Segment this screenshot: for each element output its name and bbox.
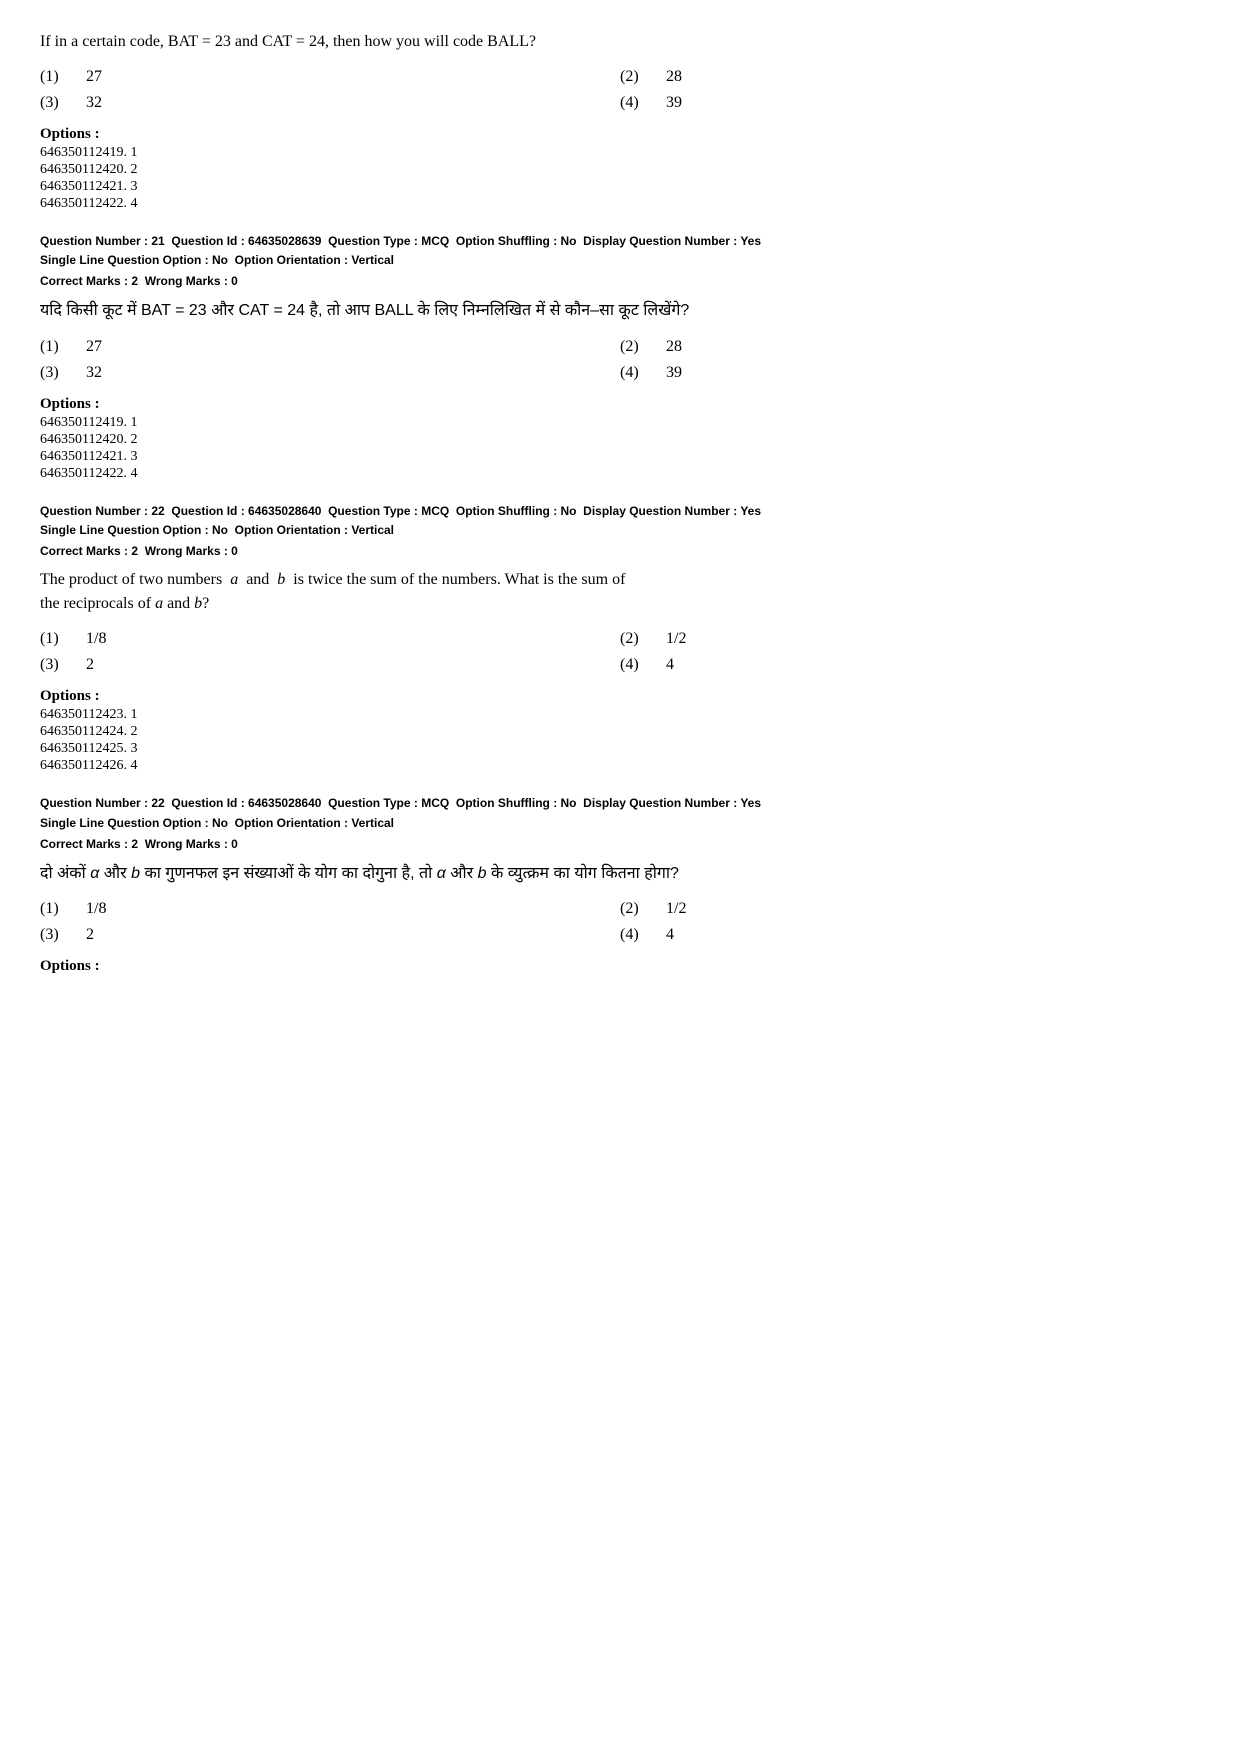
- option-3: (3) 32: [40, 364, 620, 382]
- question-22-hi: दो अंकों α और b का गुणनफल इन संख्याओं के…: [40, 861, 1200, 976]
- list-item: 646350112421. 3: [40, 179, 1200, 195]
- correct-marks-q22-en: Correct Marks : 2 Wrong Marks : 0: [40, 544, 1200, 558]
- options-label-21-hi: Options :: [40, 396, 1200, 413]
- list-item: 646350112419. 1: [40, 415, 1200, 431]
- option-3: (3) 32: [40, 94, 620, 112]
- question-21-en-options-grid: (1) 27 (2) 28 (3) 32 (4) 39: [40, 68, 1200, 112]
- list-item: 646350112420. 2: [40, 432, 1200, 448]
- question-21-hi-text: यदि किसी कूट में BAT = 23 और CAT = 24 है…: [40, 298, 1200, 324]
- question-21-en: If in a certain code, BAT = 23 and CAT =…: [40, 30, 1200, 212]
- option-4: (4) 4: [620, 926, 1200, 944]
- options-list-21-hi: 646350112419. 1 646350112420. 2 64635011…: [40, 415, 1200, 482]
- list-item: 646350112424. 2: [40, 724, 1200, 740]
- correct-marks-q22-hi: Correct Marks : 2 Wrong Marks : 0: [40, 837, 1200, 851]
- option-4: (4) 4: [620, 656, 1200, 674]
- list-item: 646350112420. 2: [40, 162, 1200, 178]
- option-3: (3) 2: [40, 926, 620, 944]
- option-1: (1) 27: [40, 68, 620, 86]
- option-2: (2) 28: [620, 338, 1200, 356]
- question-22-hi-text: दो अंकों α और b का गुणनफल इन संख्याओं के…: [40, 861, 1200, 887]
- meta-q22-hi: Question Number : 22 Question Id : 64635…: [40, 794, 1200, 832]
- meta-q21: Question Number : 21 Question Id : 64635…: [40, 232, 1200, 270]
- option-1: (1) 1/8: [40, 900, 620, 918]
- question-22-hi-options-grid: (1) 1/8 (2) 1/2 (3) 2 (4) 4: [40, 900, 1200, 944]
- question-22-en-options-grid: (1) 1/8 (2) 1/2 (3) 2 (4) 4: [40, 630, 1200, 674]
- question-22-en-text: The product of two numbers a and b is tw…: [40, 568, 1200, 616]
- list-item: 646350112426. 4: [40, 758, 1200, 774]
- options-label-22-en: Options :: [40, 688, 1200, 705]
- option-2: (2) 28: [620, 68, 1200, 86]
- list-item: 646350112419. 1: [40, 145, 1200, 161]
- question-22-en: The product of two numbers a and b is tw…: [40, 568, 1200, 774]
- list-item: 646350112422. 4: [40, 466, 1200, 482]
- question-21-hi: यदि किसी कूट में BAT = 23 और CAT = 24 है…: [40, 298, 1200, 482]
- option-3: (3) 2: [40, 656, 620, 674]
- options-label-22-hi-only: Options :: [40, 958, 1200, 975]
- option-2: (2) 1/2: [620, 630, 1200, 648]
- option-1: (1) 27: [40, 338, 620, 356]
- option-1: (1) 1/8: [40, 630, 620, 648]
- list-item: 646350112422. 4: [40, 196, 1200, 212]
- option-2: (2) 1/2: [620, 900, 1200, 918]
- option-4: (4) 39: [620, 364, 1200, 382]
- list-item: 646350112421. 3: [40, 449, 1200, 465]
- question-21-hi-options-grid: (1) 27 (2) 28 (3) 32 (4) 39: [40, 338, 1200, 382]
- options-list-22-en: 646350112423. 1 646350112424. 2 64635011…: [40, 707, 1200, 774]
- options-list-21-en: 646350112419. 1 646350112420. 2 64635011…: [40, 145, 1200, 212]
- question-21-en-text: If in a certain code, BAT = 23 and CAT =…: [40, 30, 1200, 54]
- list-item: 646350112423. 1: [40, 707, 1200, 723]
- option-4: (4) 39: [620, 94, 1200, 112]
- correct-marks-q21: Correct Marks : 2 Wrong Marks : 0: [40, 274, 1200, 288]
- list-item: 646350112425. 3: [40, 741, 1200, 757]
- meta-q22-en: Question Number : 22 Question Id : 64635…: [40, 502, 1200, 540]
- options-label-21-en: Options :: [40, 126, 1200, 143]
